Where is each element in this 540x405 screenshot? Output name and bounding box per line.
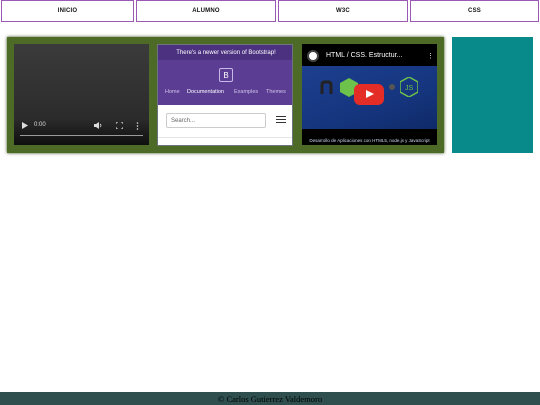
teal-block xyxy=(452,37,533,153)
nav-button-css[interactable]: CSS xyxy=(410,0,539,22)
bootstrap-divider xyxy=(158,137,292,138)
bootstrap-nav-home[interactable]: Home xyxy=(165,89,180,95)
youtube-video-title[interactable]: HTML / CSS. Estructur... xyxy=(326,52,402,59)
top-nav: INICIO ALUMNO W3C CSS xyxy=(0,0,540,24)
video-time: 0:00 xyxy=(34,122,46,128)
bootstrap-search-input[interactable]: Search... xyxy=(166,113,266,128)
bootstrap-header: B Home Documentation Examples Themes xyxy=(158,60,292,105)
footer: © Carlos Gutierrez Valdemoro xyxy=(0,392,540,405)
bootstrap-nav-documentation[interactable]: Documentation xyxy=(187,89,224,95)
channel-avatar[interactable] xyxy=(307,50,319,62)
video-progress-bar[interactable] xyxy=(20,135,143,136)
nav-button-inicio[interactable]: INICIO xyxy=(1,0,134,22)
html-shape-icon xyxy=(320,80,333,94)
bootstrap-frame: There's a newer version of Bootstrap! B … xyxy=(157,44,293,146)
youtube-thumbnail-caption: Desarrollo de Aplicaciones con HTML5, no… xyxy=(309,138,430,143)
youtube-play-button[interactable] xyxy=(354,84,384,105)
bootstrap-nav-examples[interactable]: Examples xyxy=(234,89,258,95)
volume-icon[interactable] xyxy=(94,122,102,129)
youtube-embed[interactable]: JS Desarrollo de Aplicaciones con HTML5,… xyxy=(302,44,437,145)
nodejs-logo-icon: JS xyxy=(400,77,418,97)
bootstrap-nav-themes[interactable]: Themes xyxy=(266,89,286,95)
bootstrap-logo[interactable]: B xyxy=(219,68,233,82)
more-options-icon[interactable] xyxy=(136,122,139,130)
nav-button-alumno[interactable]: ALUMNO xyxy=(136,0,276,22)
svg-text:JS: JS xyxy=(405,85,414,92)
video-player[interactable]: 0:00 xyxy=(14,44,149,145)
play-icon[interactable] xyxy=(22,122,28,129)
fullscreen-icon[interactable] xyxy=(116,122,123,129)
hamburger-menu-icon[interactable] xyxy=(276,116,286,124)
more-vertical-icon[interactable]: ⋮ xyxy=(427,52,434,60)
bootstrap-banner[interactable]: There's a newer version of Bootstrap! xyxy=(158,45,292,60)
nav-button-w3c[interactable]: W3C xyxy=(278,0,408,22)
dot-icon xyxy=(389,84,395,90)
